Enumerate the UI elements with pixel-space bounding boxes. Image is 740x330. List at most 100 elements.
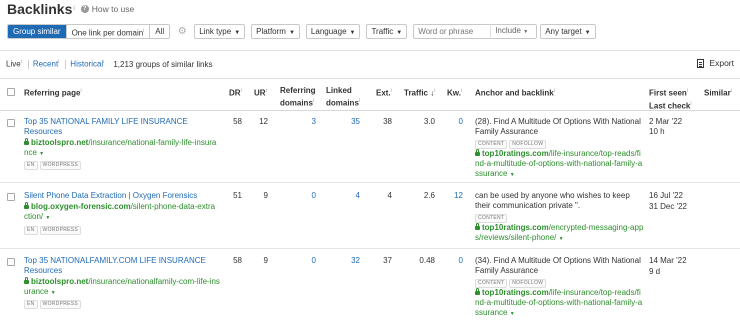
last-check: 10 h (649, 127, 665, 136)
grouping-segmented-control: Group similar One link per domaini All (7, 24, 171, 39)
col-kw[interactable]: Kw.i (447, 86, 462, 99)
backlink-target-url[interactable]: top10ratings.com/life-insurance/top-read… (475, 288, 645, 319)
chevron-down-icon: ▼ (349, 30, 356, 36)
language-dropdown[interactable]: Language ▼ (305, 24, 361, 39)
export-button[interactable]: Export (697, 58, 734, 68)
ref-domains-value[interactable]: 3 (300, 117, 316, 127)
col-ext[interactable]: Ext.i (376, 86, 392, 99)
ur-value: 9 (263, 256, 268, 265)
one-link-per-domain-button[interactable]: One link per domaini (66, 25, 151, 38)
kw-value[interactable]: 0 (447, 117, 463, 127)
backlink-target-url[interactable]: top10ratings.com/encrypted-messaging-app… (475, 223, 645, 244)
referring-page-url[interactable]: biztoolspro.net/insurance/nationalfamily… (24, 277, 220, 298)
page-header: Backlinks i ? How to use (7, 1, 134, 17)
tab-live[interactable]: Livei (6, 59, 22, 69)
group-similar-button[interactable]: Group similar (8, 25, 67, 38)
row-tags: EN WORDPRESS (24, 224, 83, 235)
col-similar[interactable]: Similari (704, 86, 732, 99)
col-ur[interactable]: URi (254, 86, 267, 99)
col-referring-page[interactable]: Referring pagei (24, 86, 82, 99)
page-title: Backlinks (7, 1, 73, 17)
title-info-icon[interactable]: i (73, 6, 74, 12)
chevron-down-icon: ▼ (584, 30, 591, 36)
chevron-down-icon: ▼ (523, 29, 529, 35)
first-seen: 2 Mar '22 (649, 117, 683, 126)
select-all-checkbox[interactable] (7, 88, 15, 96)
tab-recent[interactable]: Recenti (33, 59, 59, 69)
linked-domains-value[interactable]: 4 (340, 191, 360, 201)
chevron-down-icon: ▼ (45, 215, 51, 221)
lock-icon (475, 288, 480, 295)
all-button[interactable]: All (150, 25, 170, 38)
lock-icon (24, 202, 29, 209)
export-label: Export (709, 58, 734, 68)
first-seen: 14 Mar '22 (649, 256, 687, 265)
chevron-down-icon: ▼ (509, 311, 515, 317)
chevron-down-icon: ▼ (39, 151, 45, 157)
ref-domains-value[interactable]: 0 (300, 256, 316, 266)
row-tags: EN WORDPRESS (24, 298, 83, 309)
traffic-value: 0.48 (419, 256, 435, 265)
ext-value: 38 (383, 117, 392, 126)
how-to-use-label: How to use (91, 4, 135, 14)
divider (0, 50, 740, 51)
include-dropdown[interactable]: Include ▼ (490, 24, 532, 39)
referring-page-title[interactable]: Top 35 NATIONALFAMILY.COM LIFE INSURANCE… (24, 256, 224, 276)
last-check: 9 d (649, 267, 661, 276)
filter-bar: Group similar One link per domaini All ⚙… (7, 24, 596, 39)
referring-page-title[interactable]: Top 35 NATIONAL FAMILY LIFE INSURANCE Re… (24, 117, 224, 137)
ur-value: 12 (259, 117, 268, 126)
linked-domains-value[interactable]: 35 (340, 117, 360, 127)
row-checkbox[interactable] (7, 119, 15, 127)
chevron-down-icon: ▼ (509, 172, 515, 178)
ref-domains-value[interactable]: 0 (300, 191, 316, 201)
anchor-tags: CONTENT NOFOLLOW (475, 277, 548, 288)
lock-icon (24, 138, 29, 145)
traffic-value: 2.6 (423, 191, 435, 200)
col-first-seen[interactable]: First seeni Last checki (649, 86, 691, 111)
traffic-dropdown[interactable]: Traffic ▼ (366, 24, 408, 39)
referring-page-url[interactable]: blog.oxygen-forensic.com/silent-phone-da… (24, 202, 218, 223)
first-seen: 16 Jul '22 (649, 191, 683, 200)
kw-value[interactable]: 12 (447, 191, 463, 201)
col-dr[interactable]: DRi (229, 86, 242, 99)
anchor-tags: CONTENT (475, 212, 509, 223)
divider (0, 110, 740, 111)
chevron-down-icon: ▼ (558, 236, 564, 242)
anchor-text: (28). Find A Multitude Of Options With N… (475, 117, 641, 136)
lock-icon (24, 277, 29, 284)
anchor-tags: CONTENT NOFOLLOW (475, 138, 548, 149)
last-check: 31 Dec '22 (649, 202, 687, 211)
traffic-value: 3.0 (423, 117, 435, 126)
any-target-dropdown[interactable]: Any target ▼ (540, 24, 596, 39)
col-referring-domains[interactable]: Referring domainsi (280, 86, 316, 109)
dr-value: 51 (233, 191, 242, 200)
phrase-search-input[interactable] (414, 25, 491, 38)
lock-icon (475, 149, 480, 156)
anchor-text: can be used by anyone who wishes to keep… (475, 191, 630, 210)
row-checkbox[interactable] (7, 258, 15, 266)
link-type-dropdown[interactable]: Link type ▼ (194, 24, 246, 39)
gear-icon[interactable]: ⚙ (176, 26, 188, 37)
chevron-down-icon: ▼ (288, 30, 295, 36)
dr-value: 58 (233, 117, 242, 126)
ext-value: 4 (387, 191, 392, 200)
backlink-target-url[interactable]: top10ratings.com/life-insurance/top-read… (475, 149, 645, 180)
platform-dropdown[interactable]: Platform ▼ (251, 24, 300, 39)
row-checkbox[interactable] (7, 193, 15, 201)
lock-icon (475, 223, 480, 230)
kw-value[interactable]: 0 (447, 256, 463, 266)
referring-page-title[interactable]: Silent Phone Data Extraction | Oxygen Fo… (24, 191, 224, 201)
col-linked-domains[interactable]: Linked domainsi (326, 86, 360, 109)
tab-historical[interactable]: Historicali (70, 59, 104, 69)
groups-count: 1,213 groups of similar links (113, 59, 213, 69)
col-anchor[interactable]: Anchor and backlinki (475, 86, 555, 99)
ur-value: 9 (263, 191, 268, 200)
referring-page-url[interactable]: biztoolspro.net/insurance/national-famil… (24, 138, 220, 159)
dr-value: 58 (233, 256, 242, 265)
how-to-use-link[interactable]: ? How to use (80, 4, 135, 14)
linked-domains-value[interactable]: 32 (340, 256, 360, 266)
col-traffic[interactable]: Traffic ↓i (404, 86, 435, 99)
chevron-down-icon: ▼ (50, 290, 56, 296)
row-divider (0, 248, 740, 249)
